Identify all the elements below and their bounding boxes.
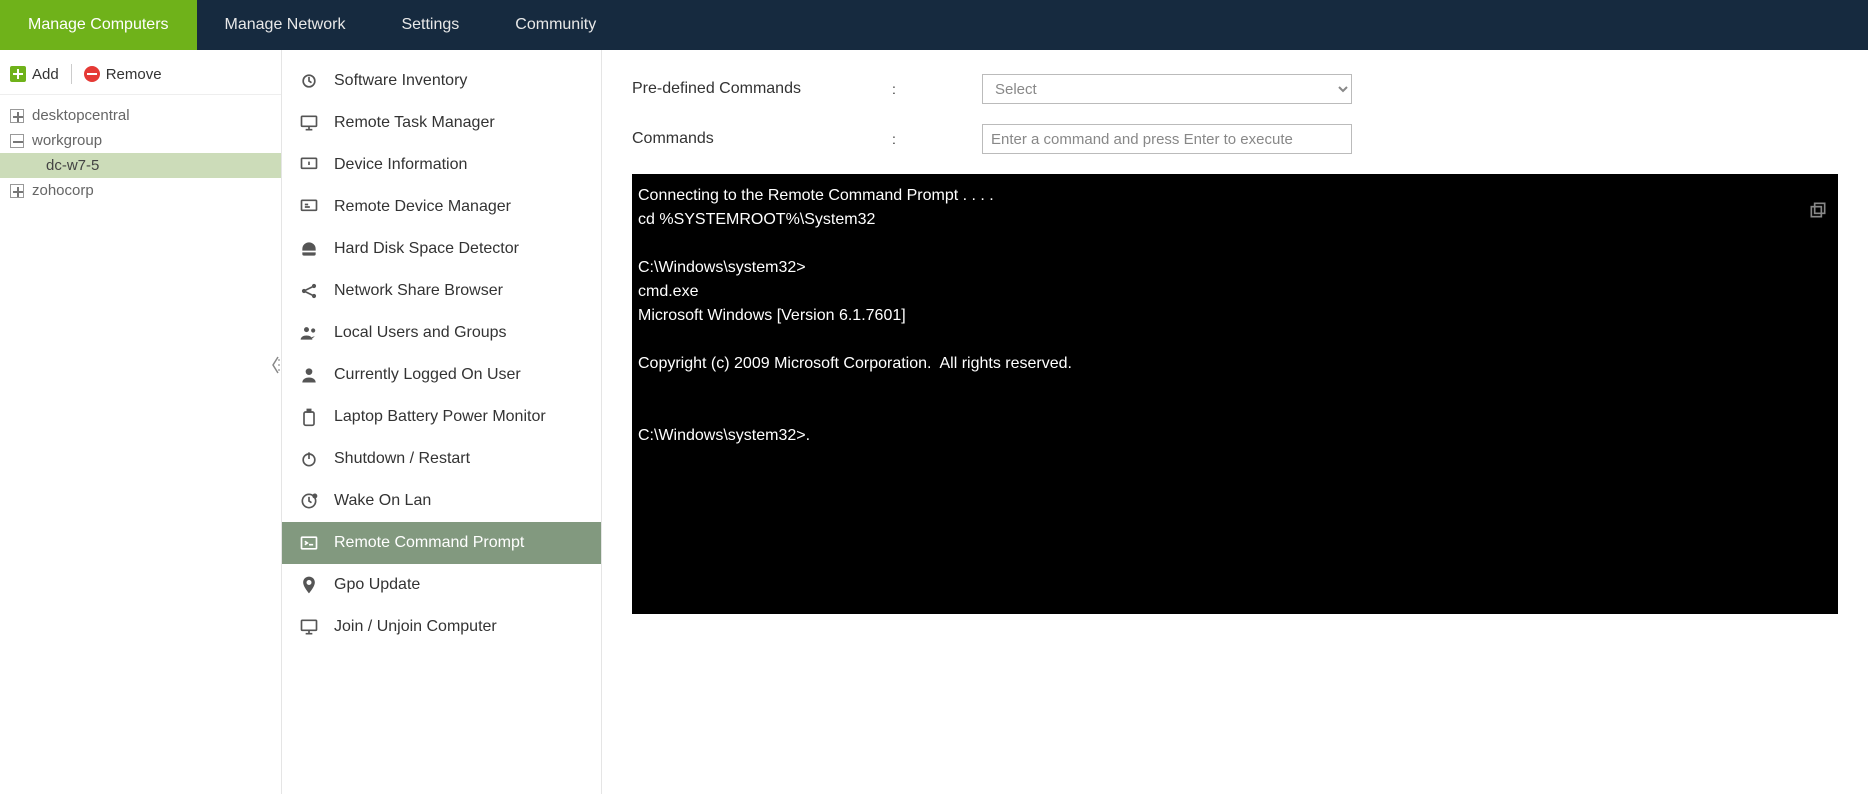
tree-node-zohocorp[interactable]: zohocorp	[0, 178, 281, 203]
minus-icon	[84, 66, 100, 82]
add-label: Add	[32, 66, 59, 83]
tool-label: Currently Logged On User	[334, 366, 521, 384]
divider	[71, 64, 72, 84]
tool-label: Wake On Lan	[334, 492, 431, 510]
tool-label: Local Users and Groups	[334, 324, 507, 342]
disk-icon	[298, 238, 320, 260]
wol-icon	[298, 490, 320, 512]
monitor-icon	[298, 112, 320, 134]
tool-label: Join / Unjoin Computer	[334, 618, 497, 636]
tool-label: Software Inventory	[334, 72, 467, 90]
share-icon	[298, 280, 320, 302]
tool-label: Remote Task Manager	[334, 114, 495, 132]
expand-icon[interactable]	[10, 184, 24, 198]
tab-label: Settings	[401, 16, 459, 34]
tab-community[interactable]: Community	[487, 0, 624, 50]
tool-label: Network Share Browser	[334, 282, 503, 300]
add-button[interactable]: Add	[10, 66, 59, 83]
power-icon	[298, 448, 320, 470]
users-icon	[298, 322, 320, 344]
tab-manage-computers[interactable]: Manage Computers	[0, 0, 197, 50]
tool-wake-on-lan[interactable]: Wake On Lan	[282, 480, 601, 522]
gpo-icon	[298, 574, 320, 596]
splitter-handle[interactable]	[270, 350, 282, 380]
commands-row: Commands :	[632, 124, 1838, 154]
tree-child-dc-w7-5[interactable]: dc-w7-5	[0, 153, 281, 178]
tree-child-label: dc-w7-5	[46, 157, 99, 174]
tab-manage-network[interactable]: Manage Network	[197, 0, 374, 50]
user-icon	[298, 364, 320, 386]
tool-currently-logged-on-user[interactable]: Currently Logged On User	[282, 354, 601, 396]
colon: :	[892, 131, 982, 147]
tool-label: Shutdown / Restart	[334, 450, 470, 468]
plus-icon	[10, 66, 26, 82]
commands-input[interactable]	[982, 124, 1352, 154]
tool-local-users-groups[interactable]: Local Users and Groups	[282, 312, 601, 354]
computer-tree: desktopcentral workgroup dc-w7-5 zohocor…	[0, 95, 281, 211]
computer-tree-sidebar: Add Remove desktopcentral workgroup dc-w…	[0, 50, 282, 794]
device-manager-icon	[298, 196, 320, 218]
tab-label: Manage Computers	[28, 16, 169, 34]
colon: :	[892, 81, 982, 97]
tool-label: Laptop Battery Power Monitor	[334, 408, 546, 426]
cmd-icon	[298, 532, 320, 554]
tab-label: Manage Network	[225, 16, 346, 34]
tab-settings[interactable]: Settings	[373, 0, 487, 50]
tools-sidebar: Software Inventory Remote Task Manager D…	[282, 50, 602, 794]
tool-device-information[interactable]: Device Information	[282, 144, 601, 186]
tool-gpo-update[interactable]: Gpo Update	[282, 564, 601, 606]
tool-remote-task-manager[interactable]: Remote Task Manager	[282, 102, 601, 144]
remove-label: Remove	[106, 66, 162, 83]
tool-label: Remote Command Prompt	[334, 534, 524, 552]
tool-label: Gpo Update	[334, 576, 420, 594]
battery-icon	[298, 406, 320, 428]
commands-label: Commands	[632, 130, 892, 148]
tool-battery-monitor[interactable]: Laptop Battery Power Monitor	[282, 396, 601, 438]
tool-label: Hard Disk Space Detector	[334, 240, 519, 258]
tab-label: Community	[515, 16, 596, 34]
tree-node-label: workgroup	[32, 132, 102, 149]
tree-node-label: desktopcentral	[32, 107, 130, 124]
tool-hard-disk-detector[interactable]: Hard Disk Space Detector	[282, 228, 601, 270]
join-icon	[298, 616, 320, 638]
tool-label: Device Information	[334, 156, 467, 174]
command-console[interactable]: Connecting to the Remote Command Prompt …	[632, 174, 1838, 614]
tree-actions: Add Remove	[0, 58, 281, 95]
device-info-icon	[298, 154, 320, 176]
predefined-commands-select[interactable]: Select	[982, 74, 1352, 104]
tool-list: Software Inventory Remote Task Manager D…	[282, 50, 601, 648]
tool-network-share-browser[interactable]: Network Share Browser	[282, 270, 601, 312]
tool-shutdown-restart[interactable]: Shutdown / Restart	[282, 438, 601, 480]
predefined-commands-row: Pre-defined Commands : Select	[632, 74, 1838, 104]
inventory-icon	[298, 70, 320, 92]
predefined-commands-label: Pre-defined Commands	[632, 80, 892, 98]
tool-software-inventory[interactable]: Software Inventory	[282, 60, 601, 102]
main-panel: Pre-defined Commands : Select Commands :…	[602, 50, 1868, 794]
remove-button[interactable]: Remove	[84, 66, 162, 83]
tool-remote-device-manager[interactable]: Remote Device Manager	[282, 186, 601, 228]
popout-icon[interactable]	[1808, 200, 1828, 220]
collapse-icon[interactable]	[10, 134, 24, 148]
tool-remote-command-prompt[interactable]: Remote Command Prompt	[282, 522, 601, 564]
tree-node-desktopcentral[interactable]: desktopcentral	[0, 103, 281, 128]
main-layout: Add Remove desktopcentral workgroup dc-w…	[0, 50, 1868, 794]
tool-label: Remote Device Manager	[334, 198, 511, 216]
tool-join-unjoin-computer[interactable]: Join / Unjoin Computer	[282, 606, 601, 648]
tree-node-workgroup[interactable]: workgroup	[0, 128, 281, 153]
top-nav: Manage Computers Manage Network Settings…	[0, 0, 1868, 50]
expand-icon[interactable]	[10, 109, 24, 123]
tree-node-label: zohocorp	[32, 182, 94, 199]
